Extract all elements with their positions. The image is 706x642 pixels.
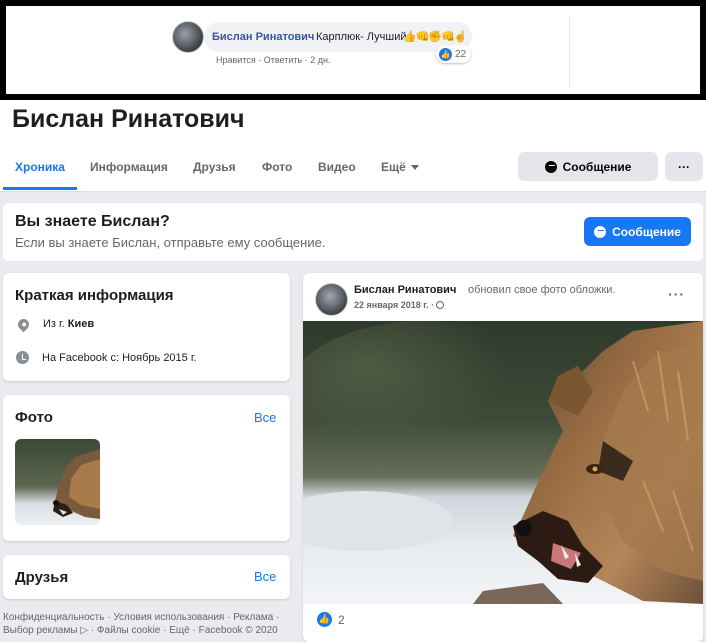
tab-timeline[interactable]: Хроника [15,160,65,174]
globe-icon [436,301,445,309]
messenger-icon [544,160,557,173]
wolf-cover-image [303,321,703,604]
message-button-label: Сообщение [562,159,632,174]
tab-more-label: Ещё [381,160,406,174]
comment-time[interactable]: 2 дн. [310,55,330,65]
message-button[interactable]: Сообщение [518,152,658,181]
comment-author-name[interactable]: Бислан Ринатович [212,31,314,43]
panel-divider [569,16,570,88]
tab-more[interactable]: Ещё [381,160,419,174]
intro-title: Краткая информация [15,287,174,304]
hometown-city[interactable]: Киев [68,318,94,330]
post-reaction-summary[interactable]: 👍 2 [317,612,345,627]
like-icon: 👍 [317,612,332,627]
comment-actions: Нравится · Ответить · 2 дн. [216,55,331,65]
more-options-button[interactable]: ··· [665,152,703,181]
profile-name: Бислан Ринатович [12,105,245,133]
intro-hometown: Из г. Киев [15,316,94,332]
post-cover-photo[interactable] [303,321,703,604]
tab-videos[interactable]: Видео [318,160,356,174]
footer-links-line-1[interactable]: Конфиденциальность · Условия использован… [3,612,279,623]
photos-see-all-link[interactable]: Все [254,410,276,425]
caret-down-icon [410,165,419,171]
friends-title: Друзья [15,569,69,586]
friends-see-all-link[interactable]: Все [254,569,276,584]
know-subtitle: Если вы знаете Бислан, отправьте ему соо… [15,235,326,250]
post-reaction-count: 2 [338,612,345,627]
photo-thumbnail[interactable] [15,439,100,525]
post-action-text: обновил свое фото обложки. [468,284,616,296]
active-tab-indicator [3,187,77,190]
location-pin-icon [15,316,32,332]
like-icon: 👍 [439,47,452,61]
comment-reaction-count: 22 [455,48,467,60]
post-date-label: 22 января 2018 г. · [354,300,435,310]
comment-reply-link[interactable]: Ответить [264,55,302,65]
post-author-name[interactable]: Бислан Ринатович [354,284,456,296]
comment-emoji: 👍👊✊👊☝ [403,31,467,43]
separator-dot: · [304,55,308,65]
tab-friends[interactable]: Друзья [193,160,236,174]
comment-author-avatar[interactable] [172,21,204,53]
tab-photos[interactable]: Фото [262,160,292,174]
comment-reaction-summary[interactable]: 👍 22 [436,45,472,63]
post-date[interactable]: 22 января 2018 г. · [354,300,445,310]
separator-dot: · [258,55,262,65]
comment-text: Карплюк- Лучший [316,31,407,43]
clock-icon [16,351,29,364]
know-message-button[interactable]: Сообщение [584,217,691,246]
messenger-icon [594,225,607,238]
comment-like-link[interactable]: Нравится [216,55,256,65]
post-author-avatar[interactable] [315,283,348,316]
more-options-icon: ··· [678,159,690,174]
wolf-photo-image [15,439,100,525]
photos-title: Фото [15,409,53,426]
know-title: Вы знаете Бислан? [15,213,170,230]
footer-links-line-2[interactable]: Выбор рекламы ▷ · Файлы cookie · Ещё · F… [3,625,278,636]
know-message-label: Сообщение [612,224,681,239]
intro-joined: На Facebook с: Ноябрь 2015 г. [16,351,197,364]
tab-about[interactable]: Информация [90,160,168,174]
joined-text: На Facebook с: Ноябрь 2015 г. [42,351,197,364]
hometown-prefix: Из г. [43,318,65,330]
post-more-icon[interactable]: ··· [668,286,685,302]
